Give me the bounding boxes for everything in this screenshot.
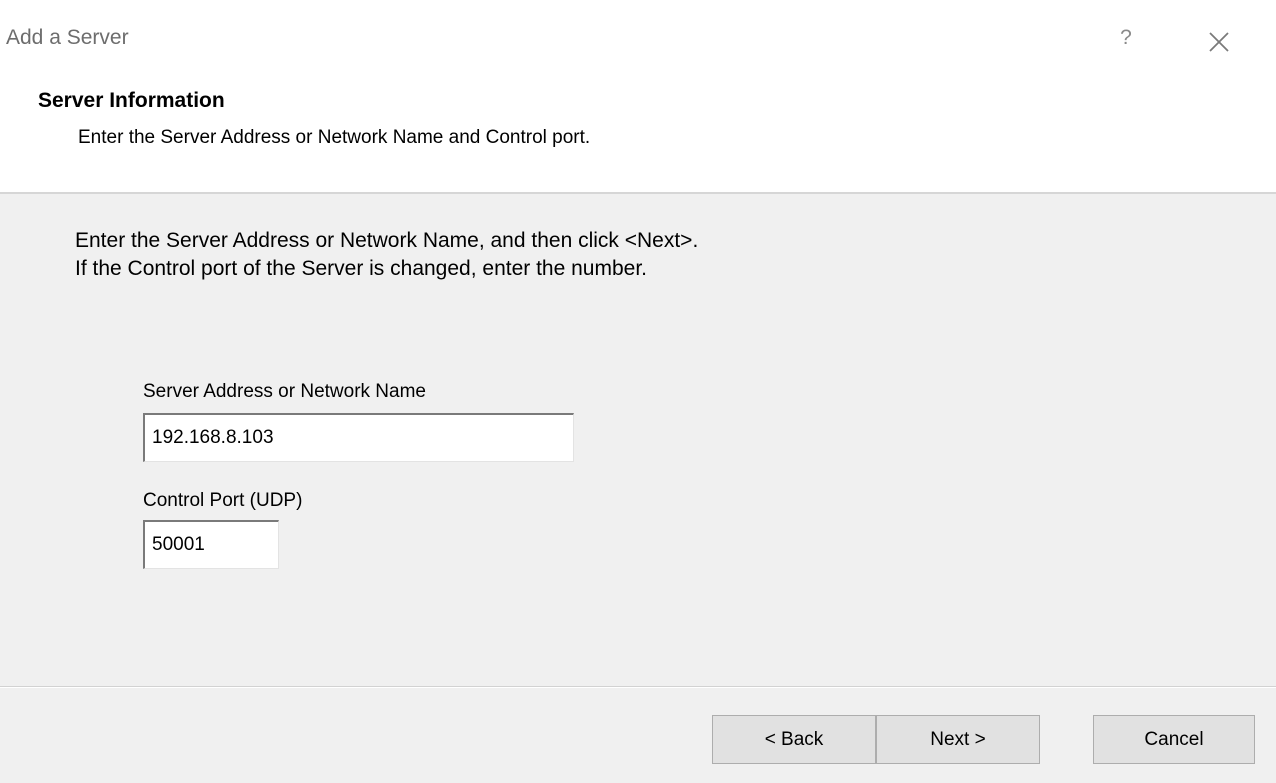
control-port-label: Control Port (UDP)	[143, 490, 303, 511]
page-title: Server Information	[38, 89, 225, 112]
title-bar: Add a Server ?	[0, 0, 1276, 78]
server-address-label: Server Address or Network Name	[143, 381, 426, 402]
page-subtitle: Enter the Server Address or Network Name…	[78, 127, 591, 148]
window-title: Add a Server	[6, 26, 129, 49]
close-icon	[1209, 32, 1229, 52]
control-port-input[interactable]	[143, 520, 279, 569]
wizard-header: Server Information Enter the Server Addr…	[0, 78, 1276, 194]
back-button[interactable]: < Back	[712, 715, 876, 764]
add-server-dialog: Add a Server ? Server Information Enter …	[0, 0, 1276, 783]
instructions-text: Enter the Server Address or Network Name…	[75, 227, 698, 283]
next-button[interactable]: Next >	[876, 715, 1040, 764]
close-button[interactable]	[1199, 22, 1239, 62]
cancel-button[interactable]: Cancel	[1093, 715, 1255, 764]
instructions-line-1: Enter the Server Address or Network Name…	[75, 229, 699, 252]
instructions-line-2: If the Control port of the Server is cha…	[75, 257, 647, 280]
help-button[interactable]: ?	[1108, 20, 1144, 56]
footer-divider	[0, 686, 1276, 688]
server-address-input[interactable]	[143, 413, 574, 462]
